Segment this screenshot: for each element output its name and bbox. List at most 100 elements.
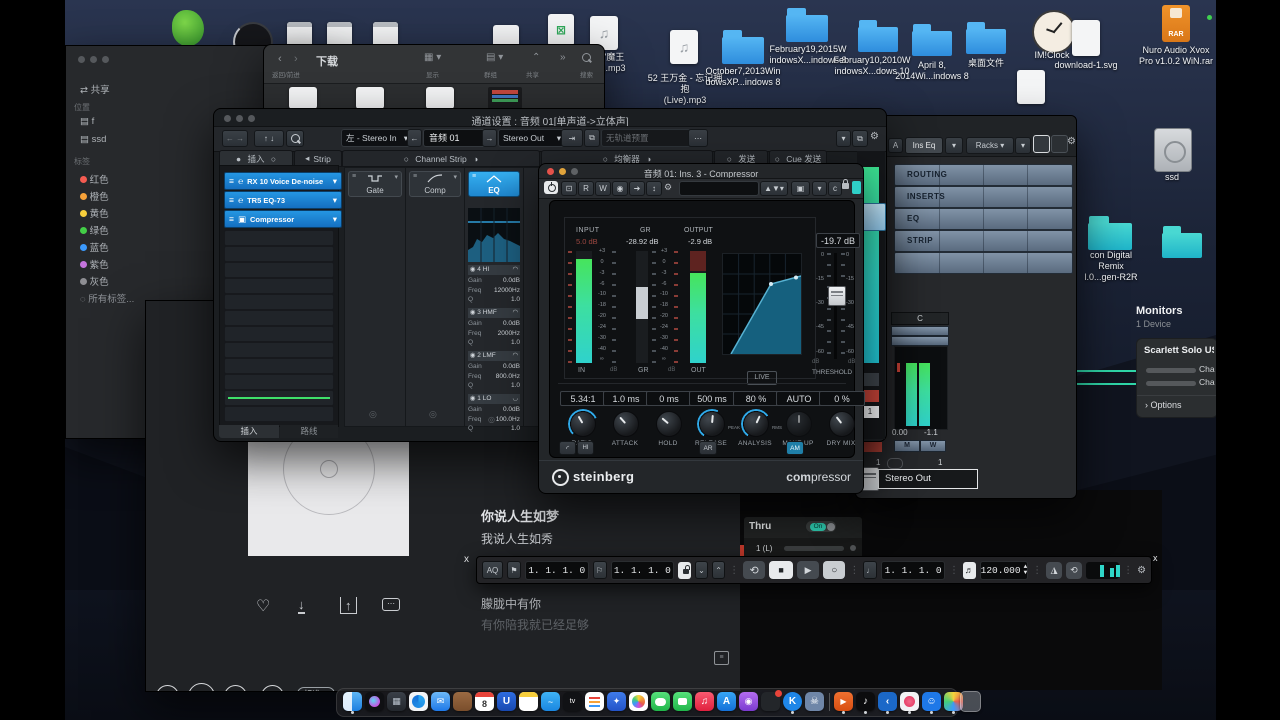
eq-band-header[interactable]: ◉ 1 LO◡ [468, 394, 520, 404]
insert-slot-empty[interactable] [224, 262, 334, 278]
agents-dropdown[interactable]: ▾ [945, 137, 963, 154]
input-routing-select[interactable]: 左 - Stereo In▾ [341, 129, 413, 147]
sidebar-tag-orange[interactable]: 橙色 [80, 189, 109, 203]
play-button[interactable]: ▶ [188, 683, 215, 692]
gear-icon[interactable]: ⚙ [664, 182, 672, 193]
dock-icon-tiktok[interactable]: ♪ [856, 692, 875, 711]
sidebar-tag-gray[interactable]: 灰色 [80, 274, 109, 288]
analysis-knob[interactable] [743, 411, 769, 437]
window-layout-button-2[interactable] [1051, 135, 1068, 153]
folder-april[interactable] [912, 24, 952, 56]
prev-channel-button[interactable]: ← [407, 129, 422, 147]
plant-icon[interactable] [172, 10, 204, 46]
record-button[interactable]: ○ [823, 561, 845, 579]
dock-icon-siri[interactable] [365, 692, 384, 711]
ssd-drive-label[interactable]: ssd [1152, 172, 1192, 183]
left-locator-flag-icon[interactable]: ⚑ [507, 561, 521, 579]
insert-slot-empty[interactable] [224, 374, 334, 390]
rack-routing[interactable]: ROUTING [894, 164, 1073, 186]
insert-slot-empty[interactable] [224, 358, 334, 374]
insert-slot-empty[interactable] [224, 406, 334, 422]
sync-button[interactable]: ⟲ [1066, 562, 1082, 579]
drymix-value[interactable]: 0 % [819, 391, 865, 406]
insert-slot-empty[interactable] [224, 230, 334, 246]
comment-icon[interactable]: ⋯ [382, 598, 400, 611]
bypass-button[interactable]: ⊡ [561, 181, 577, 196]
quality-selector[interactable]: 标准 ˄ [297, 687, 335, 692]
dock-icon-music[interactable]: ♫ [695, 692, 714, 711]
thumbnail[interactable] [356, 87, 384, 109]
curve-soft-button[interactable]: ◜ [559, 441, 576, 455]
channel-slider-1[interactable] [1146, 368, 1196, 373]
listen-button[interactable]: W [920, 440, 946, 452]
eq-band-header[interactable]: ◉ 2 LMF◠ [468, 351, 520, 361]
hold-knob[interactable] [656, 411, 682, 437]
folder-october[interactable] [722, 30, 764, 64]
sidebar-shared[interactable]: ⇄ 共享 [80, 82, 110, 96]
window-layout-button[interactable] [1033, 135, 1050, 153]
dock-icon-app-smiley[interactable]: ☺ [922, 692, 941, 711]
close-transport-left[interactable]: x [464, 554, 469, 565]
next-channel-button[interactable]: → [482, 129, 497, 147]
lyrics-panel-icon[interactable]: ≡ [714, 651, 729, 665]
more-icon[interactable]: » [560, 52, 566, 63]
tempo-note-icon[interactable]: ♩ [863, 561, 877, 579]
transport-gear-icon[interactable]: ⚙ [1137, 565, 1146, 576]
thru-toggle[interactable]: On [806, 521, 836, 532]
folder-desktop-files[interactable] [966, 22, 1006, 54]
insert-slot-green[interactable] [224, 390, 334, 406]
folder-remix[interactable] [1088, 216, 1132, 250]
kdm-file-icon[interactable]: ⊠ [548, 14, 574, 46]
channel-slider-2[interactable] [1146, 381, 1196, 386]
module-bypass-icon[interactable]: ◎ [369, 409, 377, 420]
dock-icon-app-u[interactable]: U [497, 692, 516, 711]
makeup-knob[interactable] [786, 411, 812, 437]
copy-button[interactable]: ⧉ [584, 129, 600, 147]
search-icon[interactable] [582, 53, 591, 62]
channel-name-field[interactable]: 音频 01 [423, 129, 486, 147]
analysis-value[interactable]: 80 % [733, 391, 779, 406]
eq-module-header[interactable]: ≡ EQ [468, 171, 520, 197]
back-icon[interactable]: ‹ [278, 53, 282, 65]
layout-button[interactable]: ⧉ [852, 130, 868, 147]
eq-band-header[interactable]: ◉ 4 HI◠ [468, 265, 520, 275]
back-button[interactable]: ← → [222, 130, 248, 147]
racks-more-dropdown[interactable]: ▾ [1015, 137, 1031, 154]
dock-icon-notes[interactable] [519, 692, 538, 711]
mixconsole-a-button[interactable]: A [888, 138, 903, 153]
clock-icon[interactable] [1032, 10, 1076, 54]
read-button[interactable]: R [578, 181, 594, 196]
rack-strip[interactable]: STRIP [894, 230, 1073, 252]
punch-in-icon[interactable]: ⌄ [695, 561, 708, 579]
hi-button[interactable]: HI [577, 441, 594, 455]
position-display[interactable]: 1. 1. 1. 0 [881, 561, 945, 580]
sidebar-tag-purple[interactable]: 紫色 [80, 257, 109, 271]
folder-remix-label[interactable]: con Digital Remixl.0...gen-R2R [1080, 250, 1142, 282]
traffic-lights[interactable] [78, 56, 109, 63]
dock-icon-calendar[interactable]: 8 [475, 692, 494, 711]
play-button[interactable]: ▶ [797, 561, 819, 579]
dock-icon-premiere[interactable]: ▶ [834, 692, 853, 711]
rar-file-label[interactable]: Nuro Audio XvoxPro v1.0.2 WiN.rar [1134, 45, 1218, 67]
dock-icon-safari[interactable] [409, 692, 428, 711]
menu-dropdown[interactable]: ▾ [812, 181, 827, 196]
preset-prev-next[interactable]: ↕ [646, 181, 662, 196]
right-locator-display[interactable]: 1. 1. 1. 0 [611, 561, 675, 580]
eq-band-header[interactable]: ◉ 3 HMF◠ [468, 308, 520, 318]
tempo-display[interactable]: 120.000▲▼ [980, 561, 1029, 580]
module-bypass-icon[interactable]: ◎ [488, 415, 495, 424]
metronome-button[interactable]: ◮ [1046, 562, 1062, 579]
dock-icon-appletv[interactable]: tv [563, 692, 582, 711]
snapshot-icon[interactable]: ▣ [791, 181, 810, 196]
folder-february10[interactable] [858, 20, 898, 52]
dock-icon-podcasts[interactable]: ◉ [739, 692, 758, 711]
bottom-tab-routing[interactable]: 路线 [280, 425, 338, 438]
stop-button[interactable]: ■ [769, 561, 793, 579]
right-locator-flag-icon[interactable]: ⚐ [593, 561, 607, 579]
group-icon[interactable]: ▤ ▾ [486, 52, 503, 63]
ratio-value[interactable]: 5.34:1 [560, 391, 606, 406]
mp3-file-icon-2[interactable]: ♫ [670, 30, 698, 64]
dock-icon-kuwo[interactable]: K [783, 692, 802, 711]
sidebar-tag-green[interactable]: 绿色 [80, 223, 109, 237]
makeup-value[interactable]: AUTO [776, 391, 822, 406]
